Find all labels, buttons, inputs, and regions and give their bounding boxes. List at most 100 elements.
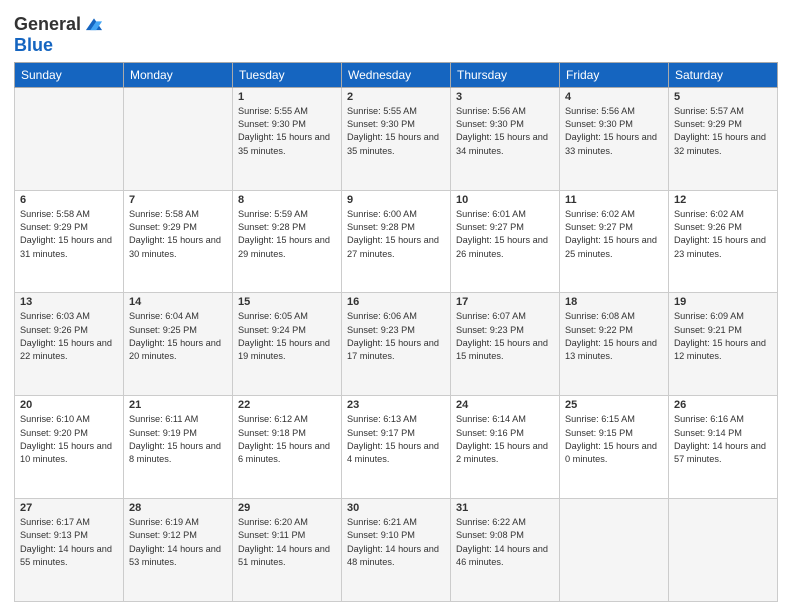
calendar-cell: 11 Sunrise: 6:02 AM Sunset: 9:27 PM Dayli…: [560, 190, 669, 293]
week-row-4: 20Sunrise: 6:10 AM Sunset: 9:20 PM Dayli…: [15, 396, 778, 499]
day-number: 2: [347, 91, 445, 103]
day-info: Sunrise: 6:08 AM Sunset: 9:22 PM Dayligh…: [565, 310, 663, 363]
day-number: 31: [456, 502, 554, 514]
day-info: Sunrise: 6:02 AM Sunset: 9:26 PM Dayligh…: [674, 208, 772, 261]
day-info: Sunrise: 6:07 AM Sunset: 9:23 PM Dayligh…: [456, 310, 554, 363]
calendar-cell: [560, 499, 669, 602]
day-number: 12: [674, 194, 772, 206]
logo-general: General: [14, 14, 81, 34]
day-info: Sunrise: 6:06 AM Sunset: 9:23 PM Dayligh…: [347, 310, 445, 363]
calendar-cell: 4 Sunrise: 5:56 AM Sunset: 9:30 PM Daylig…: [560, 87, 669, 190]
day-number: 8: [238, 194, 336, 206]
calendar-cell: 5 Sunrise: 5:57 AM Sunset: 9:29 PM Daylig…: [669, 87, 778, 190]
weekday-header-tuesday: Tuesday: [233, 62, 342, 87]
calendar-cell: 28 Sunrise: 6:19 AM Sunset: 9:12 PM Dayli…: [124, 499, 233, 602]
day-number: 3: [456, 91, 554, 103]
day-number: 15: [238, 296, 336, 308]
day-number: 11: [565, 194, 663, 206]
calendar-cell: 6 Sunrise: 5:58 AM Sunset: 9:29 PM Daylig…: [15, 190, 124, 293]
logo-text: General: [14, 15, 81, 35]
day-number: 14: [129, 296, 227, 308]
day-info: Sunrise: 5:58 AM Sunset: 9:29 PM Dayligh…: [20, 208, 118, 261]
calendar-cell: 19 Sunrise: 6:09 AM Sunset: 9:21 PM Dayli…: [669, 293, 778, 396]
day-info: Sunrise: 6:01 AM Sunset: 9:27 PM Dayligh…: [456, 208, 554, 261]
day-number: 5: [674, 91, 772, 103]
day-number: 10: [456, 194, 554, 206]
day-info: Sunrise: 6:16 AM Sunset: 9:14 PM Dayligh…: [674, 413, 772, 466]
calendar-cell: 27Sunrise: 6:17 AM Sunset: 9:13 PM Dayli…: [15, 499, 124, 602]
day-info: Sunrise: 6:14 AM Sunset: 9:16 PM Dayligh…: [456, 413, 554, 466]
day-info: Sunrise: 6:20 AM Sunset: 9:11 PM Dayligh…: [238, 516, 336, 569]
day-number: 29: [238, 502, 336, 514]
day-info: Sunrise: 5:56 AM Sunset: 9:30 PM Dayligh…: [456, 105, 554, 158]
calendar-cell: [669, 499, 778, 602]
calendar-cell: 16Sunrise: 6:06 AM Sunset: 9:23 PM Dayli…: [342, 293, 451, 396]
day-info: Sunrise: 6:15 AM Sunset: 9:15 PM Dayligh…: [565, 413, 663, 466]
calendar-table: SundayMondayTuesdayWednesdayThursdayFrid…: [14, 62, 778, 602]
day-number: 24: [456, 399, 554, 411]
logo-icon: [83, 14, 105, 36]
logo: General Blue: [14, 14, 105, 56]
day-number: 21: [129, 399, 227, 411]
calendar-cell: 17Sunrise: 6:07 AM Sunset: 9:23 PM Dayli…: [451, 293, 560, 396]
day-info: Sunrise: 5:57 AM Sunset: 9:29 PM Dayligh…: [674, 105, 772, 158]
week-row-1: 1Sunrise: 5:55 AM Sunset: 9:30 PM Daylig…: [15, 87, 778, 190]
page: General Blue SundayMondayTuesdayWednesda…: [0, 0, 792, 612]
day-info: Sunrise: 6:12 AM Sunset: 9:18 PM Dayligh…: [238, 413, 336, 466]
day-number: 6: [20, 194, 118, 206]
day-info: Sunrise: 5:55 AM Sunset: 9:30 PM Dayligh…: [347, 105, 445, 158]
calendar-cell: 15 Sunrise: 6:05 AM Sunset: 9:24 PM Dayli…: [233, 293, 342, 396]
day-info: Sunrise: 6:22 AM Sunset: 9:08 PM Dayligh…: [456, 516, 554, 569]
day-info: Sunrise: 5:56 AM Sunset: 9:30 PM Dayligh…: [565, 105, 663, 158]
day-number: 22: [238, 399, 336, 411]
day-info: Sunrise: 6:05 AM Sunset: 9:24 PM Dayligh…: [238, 310, 336, 363]
calendar-cell: 22 Sunrise: 6:12 AM Sunset: 9:18 PM Dayli…: [233, 396, 342, 499]
header: General Blue: [14, 10, 778, 56]
weekday-header-monday: Monday: [124, 62, 233, 87]
day-number: 4: [565, 91, 663, 103]
day-info: Sunrise: 6:03 AM Sunset: 9:26 PM Dayligh…: [20, 310, 118, 363]
day-info: Sunrise: 5:55 AM Sunset: 9:30 PM Dayligh…: [238, 105, 336, 158]
weekday-header-thursday: Thursday: [451, 62, 560, 87]
day-number: 25: [565, 399, 663, 411]
day-number: 19: [674, 296, 772, 308]
calendar-cell: [15, 87, 124, 190]
day-number: 28: [129, 502, 227, 514]
calendar-cell: [124, 87, 233, 190]
day-number: 30: [347, 502, 445, 514]
day-info: Sunrise: 5:58 AM Sunset: 9:29 PM Dayligh…: [129, 208, 227, 261]
week-row-5: 27Sunrise: 6:17 AM Sunset: 9:13 PM Dayli…: [15, 499, 778, 602]
calendar-cell: 3 Sunrise: 5:56 AM Sunset: 9:30 PM Daylig…: [451, 87, 560, 190]
day-info: Sunrise: 5:59 AM Sunset: 9:28 PM Dayligh…: [238, 208, 336, 261]
calendar-cell: 13 Sunrise: 6:03 AM Sunset: 9:26 PM Dayli…: [15, 293, 124, 396]
calendar-cell: 10 Sunrise: 6:01 AM Sunset: 9:27 PM Dayli…: [451, 190, 560, 293]
day-info: Sunrise: 6:11 AM Sunset: 9:19 PM Dayligh…: [129, 413, 227, 466]
calendar-cell: 18 Sunrise: 6:08 AM Sunset: 9:22 PM Dayli…: [560, 293, 669, 396]
calendar-cell: 26Sunrise: 6:16 AM Sunset: 9:14 PM Dayli…: [669, 396, 778, 499]
day-number: 7: [129, 194, 227, 206]
day-info: Sunrise: 6:13 AM Sunset: 9:17 PM Dayligh…: [347, 413, 445, 466]
calendar-cell: 14Sunrise: 6:04 AM Sunset: 9:25 PM Dayli…: [124, 293, 233, 396]
calendar-cell: 30Sunrise: 6:21 AM Sunset: 9:10 PM Dayli…: [342, 499, 451, 602]
calendar-cell: 12 Sunrise: 6:02 AM Sunset: 9:26 PM Dayli…: [669, 190, 778, 293]
calendar-cell: 31 Sunrise: 6:22 AM Sunset: 9:08 PM Dayli…: [451, 499, 560, 602]
weekday-header-wednesday: Wednesday: [342, 62, 451, 87]
calendar-cell: 23Sunrise: 6:13 AM Sunset: 9:17 PM Dayli…: [342, 396, 451, 499]
calendar-cell: 21 Sunrise: 6:11 AM Sunset: 9:19 PM Dayli…: [124, 396, 233, 499]
day-info: Sunrise: 6:09 AM Sunset: 9:21 PM Dayligh…: [674, 310, 772, 363]
day-number: 18: [565, 296, 663, 308]
day-number: 27: [20, 502, 118, 514]
calendar-cell: 8 Sunrise: 5:59 AM Sunset: 9:28 PM Daylig…: [233, 190, 342, 293]
calendar-cell: 25 Sunrise: 6:15 AM Sunset: 9:15 PM Dayli…: [560, 396, 669, 499]
week-row-3: 13 Sunrise: 6:03 AM Sunset: 9:26 PM Dayli…: [15, 293, 778, 396]
calendar-cell: 2 Sunrise: 5:55 AM Sunset: 9:30 PM Daylig…: [342, 87, 451, 190]
logo-blue: Blue: [14, 36, 105, 56]
day-number: 13: [20, 296, 118, 308]
day-info: Sunrise: 6:02 AM Sunset: 9:27 PM Dayligh…: [565, 208, 663, 261]
calendar-cell: 29 Sunrise: 6:20 AM Sunset: 9:11 PM Dayli…: [233, 499, 342, 602]
day-info: Sunrise: 6:00 AM Sunset: 9:28 PM Dayligh…: [347, 208, 445, 261]
weekday-header-row: SundayMondayTuesdayWednesdayThursdayFrid…: [15, 62, 778, 87]
week-row-2: 6 Sunrise: 5:58 AM Sunset: 9:29 PM Daylig…: [15, 190, 778, 293]
day-info: Sunrise: 6:19 AM Sunset: 9:12 PM Dayligh…: [129, 516, 227, 569]
weekday-header-saturday: Saturday: [669, 62, 778, 87]
